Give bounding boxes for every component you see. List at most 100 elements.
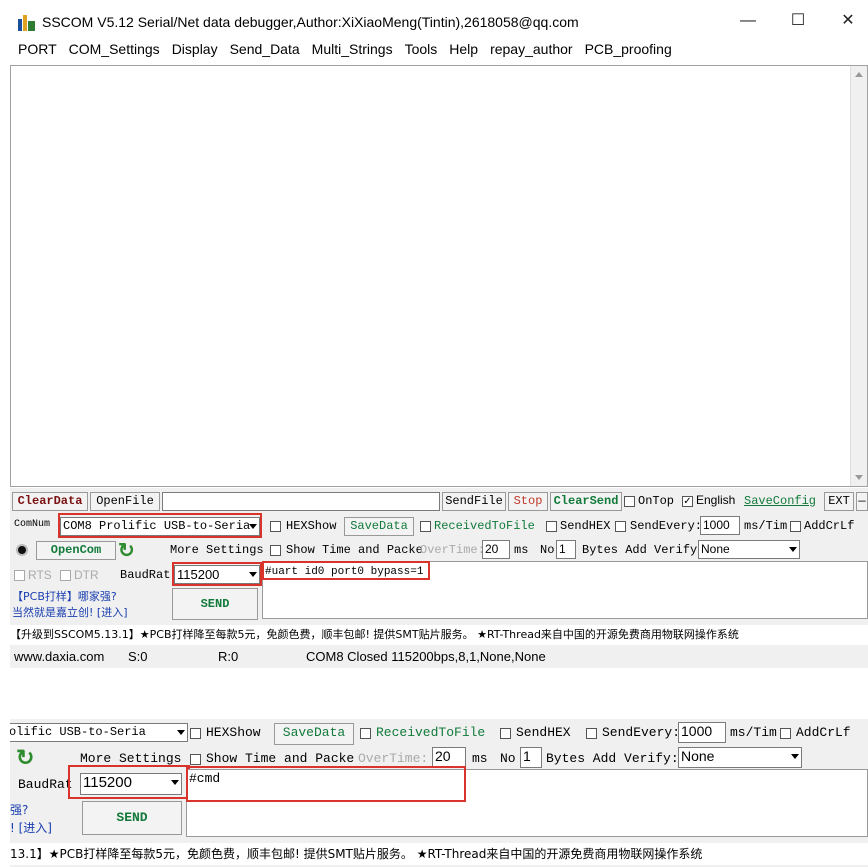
crop-sendevery-checkbox[interactable] xyxy=(586,728,597,739)
crop-save-data-button[interactable]: SaveData xyxy=(274,723,354,745)
collapse-button[interactable]: — xyxy=(856,492,868,511)
send-every-input[interactable]: 1000 xyxy=(700,516,740,535)
ms-tim-label: ms/Tim xyxy=(744,519,788,533)
status-received: R:0 xyxy=(218,649,239,664)
crop-sendevery-label: SendEvery: xyxy=(602,725,681,740)
english-checkbox[interactable]: ✓ xyxy=(682,496,693,507)
send-text-highlight xyxy=(262,561,430,580)
menu-repay-author[interactable]: repay_author xyxy=(490,41,573,57)
overtime-label: OverTime: xyxy=(420,543,485,557)
chevron-down-icon xyxy=(789,547,797,552)
crop-verify-label: Bytes Add Verify: xyxy=(546,751,679,766)
add-crlf-label: AddCrLf xyxy=(804,519,855,533)
menu-com-settings[interactable]: COM_Settings xyxy=(69,41,160,57)
ontop-checkbox[interactable] xyxy=(624,496,635,507)
send-button[interactable]: SEND xyxy=(172,588,258,620)
ticker-bar: 【升级到SSCOM5.13.1】★PCB打样降至每款5元，免颜色费，顺丰包邮! … xyxy=(10,625,868,645)
ext-button[interactable]: EXT xyxy=(824,492,854,511)
save-config-link[interactable]: SaveConfig xyxy=(744,494,816,508)
rts-label: RTS xyxy=(28,568,52,582)
maximize-button[interactable]: ☐ xyxy=(778,8,818,34)
send-hex-label: SendHEX xyxy=(560,519,611,533)
chevron-down-icon xyxy=(791,754,799,759)
verify-value: None xyxy=(701,542,730,556)
menu-pcb-proofing[interactable]: PCB_proofing xyxy=(585,41,672,57)
clear-data-button[interactable]: ClearData xyxy=(12,492,88,511)
crop-ticker: 13.1】★PCB打样降至每款5元，免颜色费，顺丰包邮! 提供SMT贴片服务。 … xyxy=(10,843,868,865)
no-input[interactable]: 1 xyxy=(556,540,576,559)
crop-hexshow-label: HEXShow xyxy=(206,725,261,740)
receive-area[interactable] xyxy=(10,65,868,487)
overtime-input[interactable]: 20 xyxy=(482,540,510,559)
crop-com-port-value: olific USB-to-Seria xyxy=(10,725,146,739)
crop-send-button[interactable]: SEND xyxy=(82,801,182,835)
dtr-checkbox[interactable] xyxy=(60,570,71,581)
menu-display[interactable]: Display xyxy=(172,41,218,57)
scroll-down-icon[interactable] xyxy=(855,475,863,480)
menu-tools[interactable]: Tools xyxy=(405,41,438,57)
send-hex-checkbox[interactable] xyxy=(546,521,557,532)
clear-send-button[interactable]: ClearSend xyxy=(550,492,622,511)
promo-line2[interactable]: 当然就是嘉立创! [进入] xyxy=(12,604,128,620)
crop-promo1[interactable]: 强? xyxy=(10,801,28,818)
baud-label: BaudRat xyxy=(120,568,171,582)
received-to-file-checkbox[interactable] xyxy=(420,521,431,532)
more-settings-link[interactable]: More Settings xyxy=(170,543,264,557)
add-crlf-checkbox[interactable] xyxy=(790,521,801,532)
crop-overtime-input[interactable]: 20 xyxy=(432,747,466,768)
menu-port[interactable]: PORT xyxy=(18,41,57,57)
hexshow-checkbox[interactable] xyxy=(270,521,281,532)
crop-ms-label: ms xyxy=(472,751,488,766)
minimize-button[interactable]: — xyxy=(728,8,768,34)
file-path-input[interactable] xyxy=(162,492,440,511)
crop-sendevery-input[interactable]: 1000 xyxy=(678,722,726,743)
crop-hexshow-checkbox[interactable] xyxy=(190,728,201,739)
scroll-up-icon[interactable] xyxy=(855,72,863,77)
crop-more-settings-link[interactable]: More Settings xyxy=(80,751,181,766)
crop-received-checkbox[interactable] xyxy=(360,728,371,739)
save-data-button[interactable]: SaveData xyxy=(344,517,414,536)
close-button[interactable]: ✕ xyxy=(828,8,868,34)
crop-overtime-label: OverTime: xyxy=(358,751,429,766)
no-label: No xyxy=(540,543,555,557)
menu-multi-strings[interactable]: Multi_Strings xyxy=(312,41,393,57)
open-file-button[interactable]: OpenFile xyxy=(90,492,160,511)
crop-showtime-checkbox[interactable] xyxy=(190,754,201,765)
ticker-text[interactable]: 【升级到SSCOM5.13.1】★PCB打样降至每款5元，免颜色费，顺丰包邮! … xyxy=(10,628,739,641)
received-to-file-label: ReceivedToFile xyxy=(434,519,535,533)
menu-help[interactable]: Help xyxy=(449,41,478,57)
promo-line1[interactable]: 【PCB打样】哪家强? xyxy=(12,588,117,604)
title-bar: SSCOM V5.12 Serial/Net data debugger,Aut… xyxy=(0,0,868,44)
stop-button[interactable]: Stop xyxy=(508,492,548,511)
ms-label: ms xyxy=(514,543,529,557)
status-site[interactable]: www.daxia.com xyxy=(14,646,104,668)
comnum-label: ComNum xyxy=(14,519,51,530)
crop-ticker-text[interactable]: 13.1】★PCB打样降至每款5元，免颜色费，顺丰包邮! 提供SMT贴片服务。 … xyxy=(10,847,702,861)
crop-send-text-highlight xyxy=(186,766,466,802)
bytes-add-verify-label: Bytes Add Verify: xyxy=(582,543,705,557)
verify-select[interactable]: None xyxy=(698,540,800,559)
crop-no-input[interactable]: 1 xyxy=(520,747,542,768)
baud-highlight xyxy=(172,562,262,586)
menu-send-data[interactable]: Send_Data xyxy=(230,41,300,57)
status-sent: S:0 xyxy=(128,649,148,664)
crop-refresh-icon[interactable]: ↻ xyxy=(16,745,34,771)
send-file-button[interactable]: SendFile xyxy=(442,492,506,511)
crop-addcrlf-checkbox[interactable] xyxy=(780,728,791,739)
crop-baud-highlight xyxy=(68,765,190,799)
chevron-down-icon xyxy=(177,730,185,735)
send-every-checkbox[interactable] xyxy=(615,521,626,532)
crop-sendhex-checkbox[interactable] xyxy=(500,728,511,739)
crop-com-port-select[interactable]: olific USB-to-Seria xyxy=(10,723,188,742)
show-time-checkbox[interactable] xyxy=(270,545,281,556)
receive-scrollbar[interactable] xyxy=(850,66,867,486)
open-com-button[interactable]: OpenCom xyxy=(36,541,116,560)
crop-promo2[interactable]: ! [进入] xyxy=(10,819,52,836)
crop-baud-label: BaudRat xyxy=(18,777,73,792)
crop-showtime-label: Show Time and Packe xyxy=(206,751,355,766)
rts-checkbox[interactable] xyxy=(14,570,25,581)
refresh-icon[interactable]: ↻ xyxy=(118,538,135,563)
crop-verify-select[interactable]: None xyxy=(678,747,802,768)
show-time-label: Show Time and Packe xyxy=(286,543,423,557)
crop-addcrlf-label: AddCrLf xyxy=(796,725,851,740)
